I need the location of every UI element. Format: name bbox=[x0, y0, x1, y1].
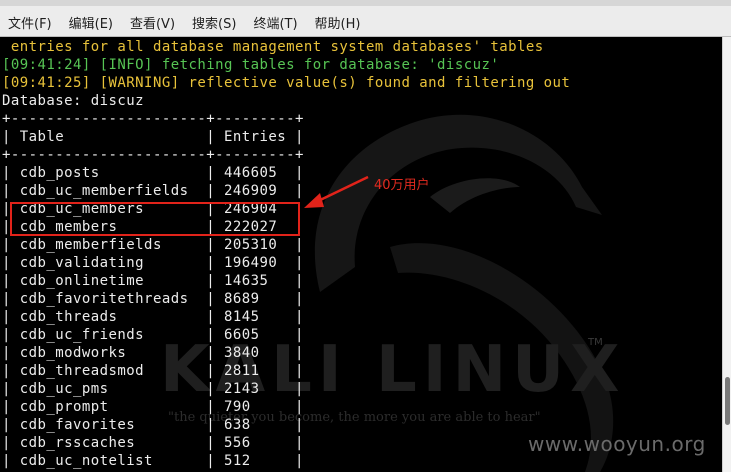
terminal-line: Database: discuz bbox=[2, 93, 145, 109]
terminal-line: +----------------------+---------+ bbox=[2, 111, 304, 127]
terminal-line: | cdb_uc_pms | 2143 | bbox=[2, 381, 304, 397]
terminal-line: [09:41:24] [INFO] fetching tables for da… bbox=[2, 57, 500, 73]
terminal-line: entries for all database management syst… bbox=[2, 39, 544, 55]
scrollbar-thumb[interactable] bbox=[725, 377, 730, 425]
terminal-line: | cdb_threadsmod | 2811 | bbox=[2, 363, 304, 379]
terminal-line: | cdb_uc_memberfields | 246909 | bbox=[2, 183, 304, 199]
terminal-line: | cdb_memberfields | 205310 | bbox=[2, 237, 304, 253]
terminal-line: | cdb_uc_friends | 6605 | bbox=[2, 327, 304, 343]
terminal-line: | Table | Entries | bbox=[2, 129, 304, 145]
menu-file[interactable]: 文件(F) bbox=[8, 13, 52, 32]
terminal-line: | cdb_threads | 8145 | bbox=[2, 309, 304, 325]
menu-terminal[interactable]: 终端(T) bbox=[253, 13, 297, 32]
terminal-scrollbar[interactable] bbox=[722, 37, 731, 472]
menu-view[interactable]: 查看(V) bbox=[130, 13, 175, 32]
annotation-label: 40万用户 bbox=[374, 178, 430, 193]
menu-edit[interactable]: 编辑(E) bbox=[69, 13, 113, 32]
menu-bar: 文件(F) 编辑(E) 查看(V) 搜索(S) 终端(T) 帮助(H) bbox=[0, 0, 731, 37]
menu-help[interactable]: 帮助(H) bbox=[315, 13, 361, 32]
terminal-line: | cdb_prompt | 790 | bbox=[2, 399, 304, 415]
terminal-output: entries for all database management syst… bbox=[2, 38, 570, 470]
terminal-area[interactable]: KALI LINUX TM "the quieter you become, t… bbox=[0, 37, 722, 472]
terminal-line: | cdb_favoritethreads | 8689 | bbox=[2, 291, 304, 307]
annotation-arrow bbox=[304, 175, 369, 208]
terminal-line: | cdb_validating | 196490 | bbox=[2, 255, 304, 271]
menu-search[interactable]: 搜索(S) bbox=[192, 13, 236, 32]
menu-list: 文件(F) 编辑(E) 查看(V) 搜索(S) 终端(T) 帮助(H) bbox=[8, 13, 377, 32]
terminal-line: [09:41:25] [WARNING] reflective value(s)… bbox=[2, 75, 571, 91]
terminal-line: | cdb_uc_notelist | 512 | bbox=[2, 453, 304, 469]
terminal-line: | cdb_rsscaches | 556 | bbox=[2, 435, 304, 451]
highlight-box bbox=[10, 202, 300, 236]
terminal-line: | cdb_onlinetime | 14635 | bbox=[2, 273, 304, 289]
window-title-strip bbox=[0, 0, 731, 6]
terminal-line: +----------------------+---------+ bbox=[2, 147, 304, 163]
watermark: www.wooyun.org bbox=[528, 432, 706, 456]
terminal-line: | cdb_modworks | 3840 | bbox=[2, 345, 304, 361]
kali-tm: TM bbox=[588, 337, 603, 348]
terminal-line: | cdb_favorites | 638 | bbox=[2, 417, 304, 433]
terminal-line: | cdb_posts | 446605 | bbox=[2, 165, 304, 181]
